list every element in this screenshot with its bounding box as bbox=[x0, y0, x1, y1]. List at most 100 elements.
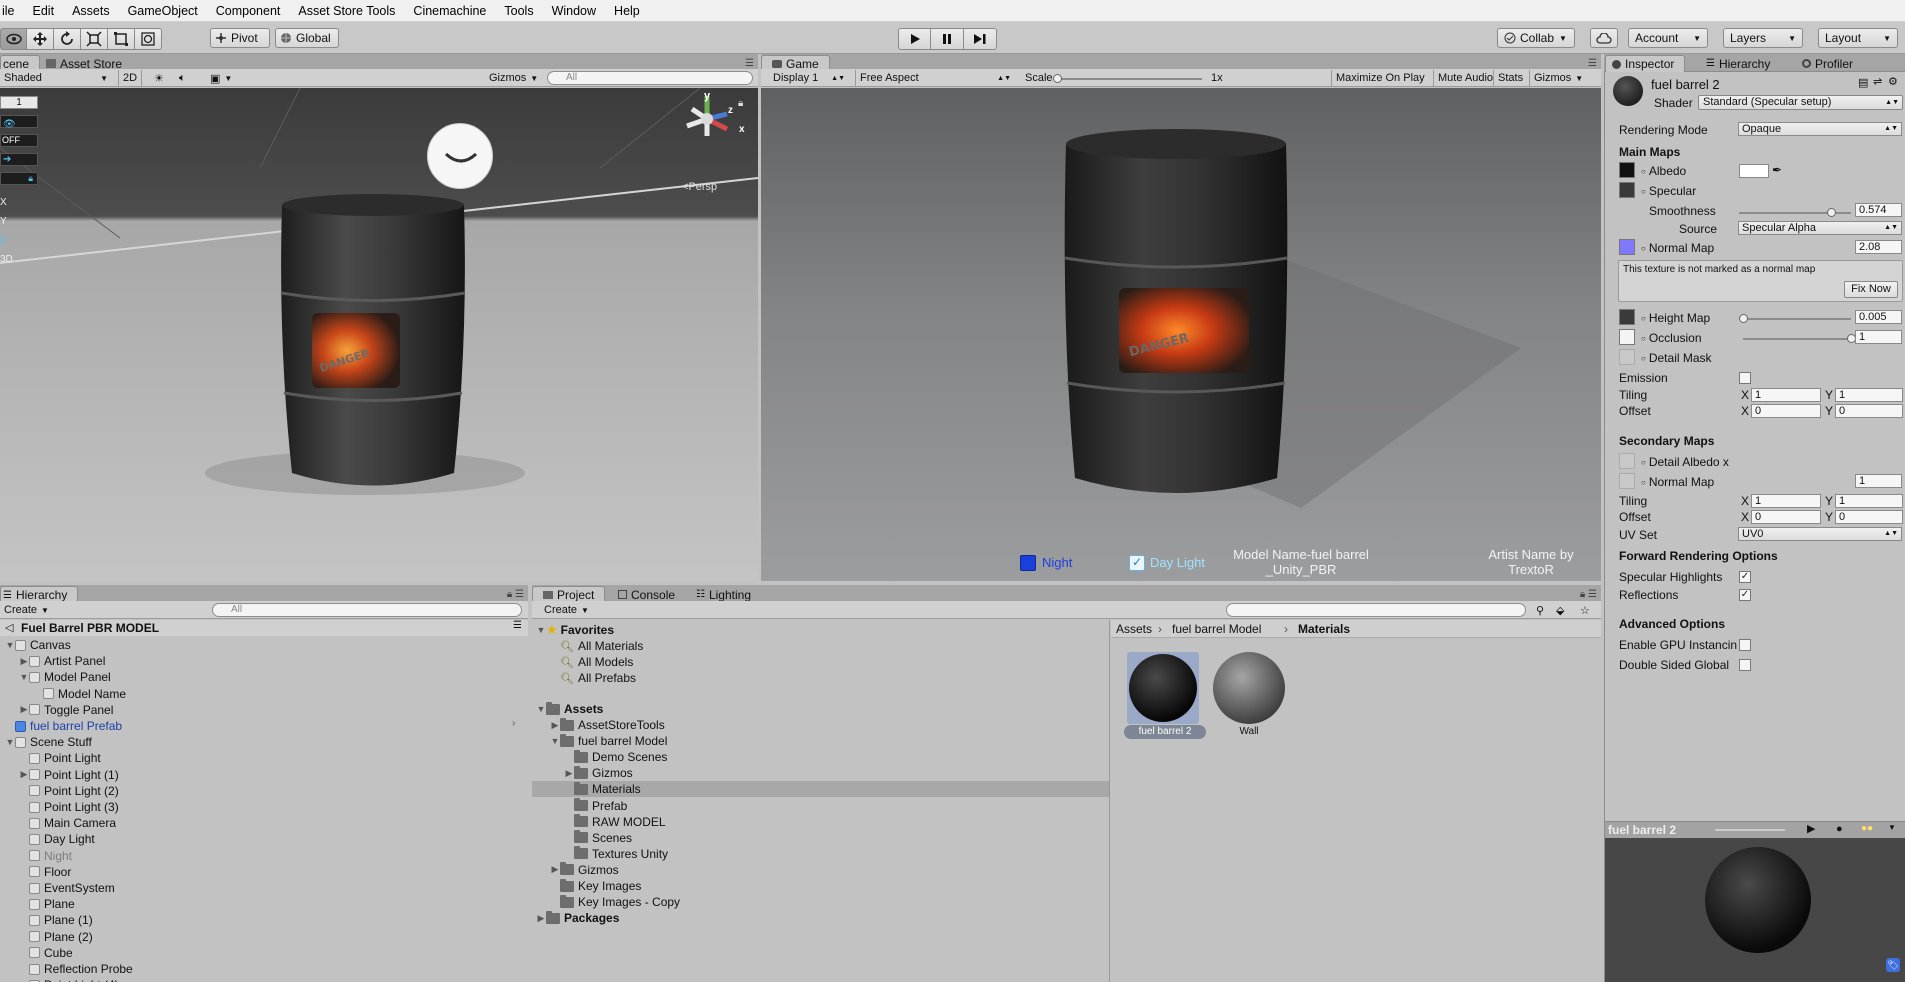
gpu-instancing-checkbox[interactable] bbox=[1739, 639, 1751, 651]
axis-x-tool[interactable]: X bbox=[0, 195, 38, 214]
hierarchy-item[interactable]: Night bbox=[19, 848, 72, 864]
display-dropdown[interactable]: Display 1 ▲▼ bbox=[769, 70, 849, 86]
panel-menu-icon[interactable]: 🔒︎ ☰ bbox=[507, 589, 524, 600]
menu-item-asset-store-tools[interactable]: Asset Store Tools bbox=[289, 4, 404, 18]
filter-type-icon[interactable]: ⚲ bbox=[1532, 602, 1548, 618]
shader-dropdown[interactable]: Standard (Specular setup) ▲▼ bbox=[1698, 95, 1903, 110]
hierarchy-item[interactable]: Cube bbox=[19, 945, 73, 961]
asset-label-fuel-barrel-2[interactable]: fuel barrel 2 bbox=[1124, 725, 1206, 739]
hierarchy-item[interactable]: ▶ Point Light (1) bbox=[19, 767, 119, 783]
favorite-item[interactable]: 🔍︎ All Materials bbox=[560, 638, 643, 654]
hierarchy-item[interactable]: ▶ Artist Panel bbox=[19, 653, 106, 669]
hierarchy-item[interactable]: Floor bbox=[19, 864, 71, 880]
scene-barrel-model[interactable]: DANGER bbox=[278, 193, 468, 493]
occlusion-value-field[interactable]: 1 bbox=[1855, 330, 1902, 344]
menu-item-ile[interactable]: ile bbox=[0, 4, 24, 18]
hierarchy-item[interactable]: Point Light (3) bbox=[19, 799, 119, 815]
tag-icon[interactable]: 🏷︎ bbox=[1886, 958, 1900, 972]
axis-z-tool[interactable]: Z bbox=[0, 233, 38, 252]
hierarchy-create-dropdown[interactable]: Create ▼ bbox=[0, 602, 53, 618]
cloud-button[interactable] bbox=[1590, 28, 1618, 48]
hierarchy-item[interactable]: Plane bbox=[19, 896, 75, 912]
panel-menu-icon[interactable]: 🔒︎ ☰ bbox=[1580, 589, 1597, 600]
occlusion-texture-slot[interactable] bbox=[1619, 329, 1635, 345]
move-tool[interactable] bbox=[27, 28, 54, 50]
hierarchy-item[interactable]: Point Light (2) bbox=[19, 783, 119, 799]
project-folder-item[interactable]: Materials bbox=[564, 781, 641, 797]
scene-search-input[interactable]: All bbox=[547, 71, 753, 85]
albedo-color-swatch[interactable] bbox=[1739, 164, 1769, 178]
scene-viewport[interactable]: DANGER y z x 🔒︎ <Persp 1 👁︎ OFF ➔ 🔒︎ X Y… bbox=[0, 88, 758, 581]
tiling2-y-field[interactable]: 1 bbox=[1835, 494, 1903, 508]
game-gizmos-dropdown[interactable]: Gizmos ▼ bbox=[1529, 70, 1587, 86]
gear-icon[interactable]: ⚙ bbox=[1888, 75, 1898, 88]
smoothness-knob[interactable] bbox=[1826, 208, 1836, 217]
hierarchy-search-input[interactable]: All bbox=[212, 603, 522, 617]
expand-arrow-icon[interactable]: ▼ bbox=[5, 640, 15, 650]
lock-icon[interactable]: 🔒︎ bbox=[738, 98, 743, 109]
scale-tool[interactable] bbox=[81, 28, 108, 50]
circle-picker-icon[interactable]: ○ bbox=[1641, 167, 1646, 176]
project-folder-item[interactable]: Key Images - Copy bbox=[550, 894, 680, 910]
normal-map-texture-slot[interactable] bbox=[1619, 239, 1635, 255]
detail-mask-texture-slot[interactable] bbox=[1619, 349, 1635, 365]
specular-highlights-checkbox[interactable]: ✓ bbox=[1739, 571, 1751, 583]
transform-tool[interactable] bbox=[135, 28, 162, 50]
normal-map2-texture-slot[interactable] bbox=[1619, 473, 1635, 489]
hierarchy-item[interactable]: Reflection Probe bbox=[19, 961, 133, 977]
hierarchy-item[interactable]: Plane (2) bbox=[19, 929, 93, 945]
expand-arrow-icon[interactable]: ▶ bbox=[19, 656, 29, 667]
offset-y-field[interactable]: 0 bbox=[1835, 404, 1903, 418]
circle-picker-icon[interactable]: ○ bbox=[1641, 458, 1646, 467]
game-viewport[interactable]: DANGER Night ✓ Day Light Model Name-fuel… bbox=[761, 88, 1601, 581]
height-map-slider[interactable] bbox=[1743, 318, 1851, 320]
mute-audio-toggle[interactable]: Mute Audio bbox=[1433, 70, 1497, 86]
menu-item-gameobject[interactable]: GameObject bbox=[119, 4, 207, 18]
expand-arrow-icon[interactable]: ▶ bbox=[19, 704, 29, 715]
axis-y-tool[interactable]: Y bbox=[0, 214, 38, 233]
breadcrumb-assets[interactable]: Assets bbox=[1116, 622, 1152, 636]
expand-arrow-icon[interactable]: ▼ bbox=[19, 672, 29, 682]
2d-toggle[interactable]: 2D bbox=[118, 70, 143, 86]
maximize-on-play-toggle[interactable]: Maximize On Play bbox=[1331, 70, 1429, 86]
double-sided-checkbox[interactable] bbox=[1739, 659, 1751, 671]
panel-menu-icon[interactable]: ☰ bbox=[745, 58, 754, 69]
menu-item-edit[interactable]: Edit bbox=[24, 4, 64, 18]
expand-arrow-icon[interactable]: ▶ bbox=[19, 769, 29, 780]
account-dropdown[interactable]: Account ▼ bbox=[1628, 28, 1708, 48]
project-folder-item[interactable]: Demo Scenes bbox=[564, 749, 667, 765]
project-folder-item[interactable]: Scenes bbox=[564, 830, 632, 846]
breadcrumb-materials[interactable]: Materials bbox=[1298, 622, 1350, 636]
offset-x-field[interactable]: 0 bbox=[1751, 404, 1821, 418]
hierarchy-item[interactable]: ▶ Toggle Panel bbox=[19, 702, 114, 718]
scale-slider-knob[interactable] bbox=[1053, 74, 1062, 83]
hierarchy-item[interactable]: Main Camera bbox=[19, 815, 116, 831]
book-icon[interactable]: ▤ bbox=[1858, 76, 1868, 89]
shading-mode-dropdown[interactable]: Shaded ▼ bbox=[0, 70, 112, 86]
lighting-toggle[interactable]: ☀ bbox=[150, 70, 168, 86]
rotate-tool[interactable] bbox=[54, 28, 81, 50]
step-button[interactable] bbox=[964, 28, 997, 50]
hierarchy-scene-row[interactable]: ◁ Fuel Barrel PBR MODEL ☰ bbox=[0, 620, 528, 636]
menu-item-help[interactable]: Help bbox=[605, 4, 649, 18]
daylight-toggle-checkbox[interactable]: ✓ bbox=[1129, 555, 1145, 571]
sphere-icon[interactable]: ● bbox=[1836, 823, 1843, 835]
smoothness-value-field[interactable]: 0.574 bbox=[1855, 203, 1902, 217]
project-folder-item[interactable]: Key Images bbox=[550, 878, 641, 894]
night-toggle-checkbox[interactable] bbox=[1020, 555, 1036, 571]
circle-picker-icon[interactable]: ○ bbox=[1641, 334, 1646, 343]
global-toggle[interactable]: Global bbox=[275, 28, 339, 48]
circle-picker-icon[interactable]: ○ bbox=[1641, 354, 1646, 363]
menu-item-tools[interactable]: Tools bbox=[495, 4, 542, 18]
project-folder-item[interactable]: ▼ fuel barrel Model bbox=[550, 733, 667, 749]
hierarchy-item[interactable]: ▼ Scene Stuff bbox=[5, 734, 92, 750]
detail-albedo-texture-slot[interactable] bbox=[1619, 453, 1635, 469]
emission-checkbox[interactable] bbox=[1739, 372, 1751, 384]
audio-toggle[interactable]: 🔈︎ bbox=[175, 70, 190, 86]
collab-dropdown[interactable]: Collab ▼ bbox=[1497, 28, 1575, 48]
favorite-item[interactable]: 🔍︎ All Prefabs bbox=[560, 670, 636, 686]
eyedropper-icon[interactable]: ✒ bbox=[1772, 163, 1782, 177]
specular-texture-slot[interactable] bbox=[1619, 182, 1635, 198]
layout-dropdown[interactable]: Layout ▼ bbox=[1818, 28, 1898, 48]
persp-toggle[interactable]: <Persp bbox=[682, 181, 717, 193]
